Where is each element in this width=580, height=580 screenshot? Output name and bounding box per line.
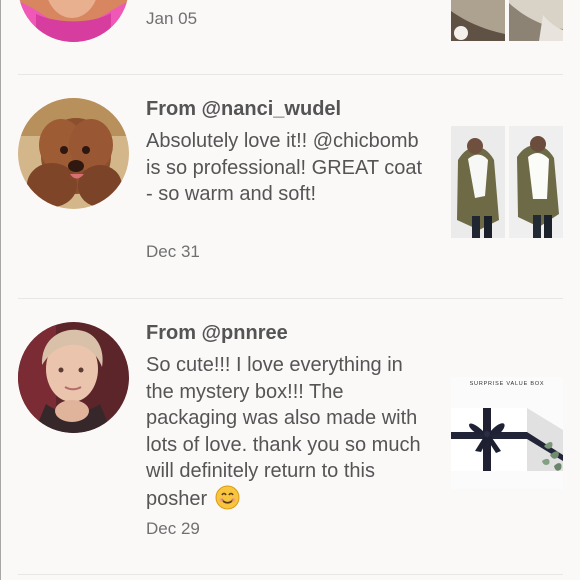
user-avatar-icon [18,0,129,42]
gift-box-thumbnail-icon: SURPRISE VALUE BOX [451,377,563,489]
review-date: Dec 29 [146,519,200,538]
coat-thumbnail-icon [451,126,563,238]
review-author[interactable]: From @pnnree [146,321,288,345]
user-avatar-icon [18,322,129,433]
review-message: So cute!!! I love everything in the myst… [146,352,431,513]
review-message-text: So cute!!! I love everything in the myst… [146,354,421,510]
review-divider [18,74,563,75]
smile-emoji [215,485,240,510]
product-thumbnail-icon [451,0,563,41]
review-product-thumbnail[interactable]: SURPRISE VALUE BOX [451,377,563,489]
smile-emoji-icon [215,485,240,510]
left-border [0,0,1,580]
thumbnail-caption: SURPRISE VALUE BOX [470,381,545,387]
review-date: Jan 05 [146,9,198,28]
reviewer-avatar[interactable] [18,322,129,433]
review-date: Dec 31 [146,242,200,261]
reviewer-avatar[interactable] [18,0,129,42]
review-message: Absolutely love it!! @chicbomb is so pro… [146,130,423,206]
review-product-thumbnail[interactable] [451,126,563,238]
review-divider [18,574,563,575]
review-divider [18,298,563,299]
review-product-thumbnail[interactable] [451,0,563,41]
review-author[interactable]: From @nanci_wudel [146,97,341,121]
reviewer-avatar[interactable] [18,98,129,209]
dog-avatar-icon [18,98,129,209]
